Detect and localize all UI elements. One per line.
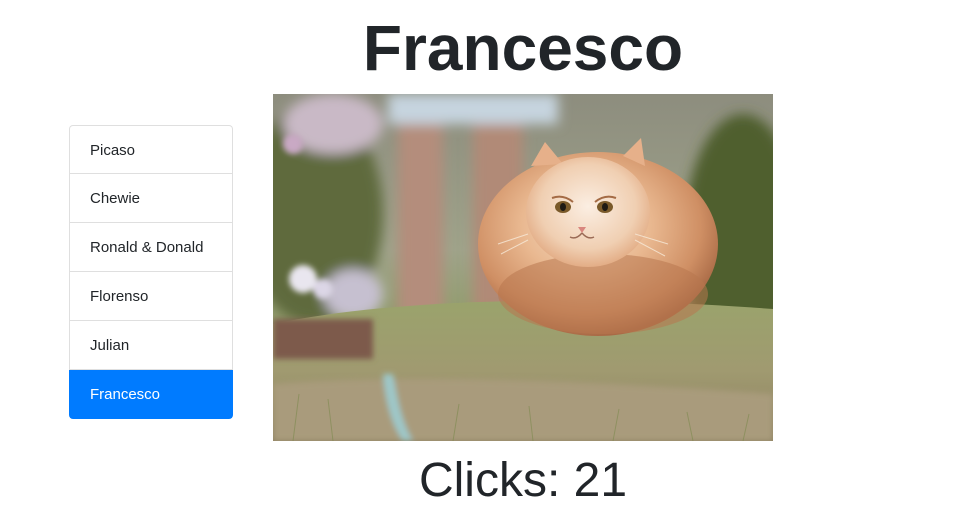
cat-list-item-francesco[interactable]: Francesco: [69, 370, 233, 419]
click-counter: Clicks: 21: [418, 454, 628, 507]
cat-list-item-ronald-donald[interactable]: Ronald & Donald: [69, 223, 233, 272]
cat-list: Picaso Chewie Ronald & Donald Florenso J…: [69, 125, 233, 419]
cat-list-item-chewie[interactable]: Chewie: [69, 174, 233, 223]
cat-list-item-florenso[interactable]: Florenso: [69, 272, 233, 321]
cat-list-item-picaso[interactable]: Picaso: [69, 125, 233, 174]
cat-name-title: Francesco: [362, 12, 684, 84]
cat-photo[interactable]: [273, 94, 773, 441]
cat-list-item-julian[interactable]: Julian: [69, 321, 233, 370]
